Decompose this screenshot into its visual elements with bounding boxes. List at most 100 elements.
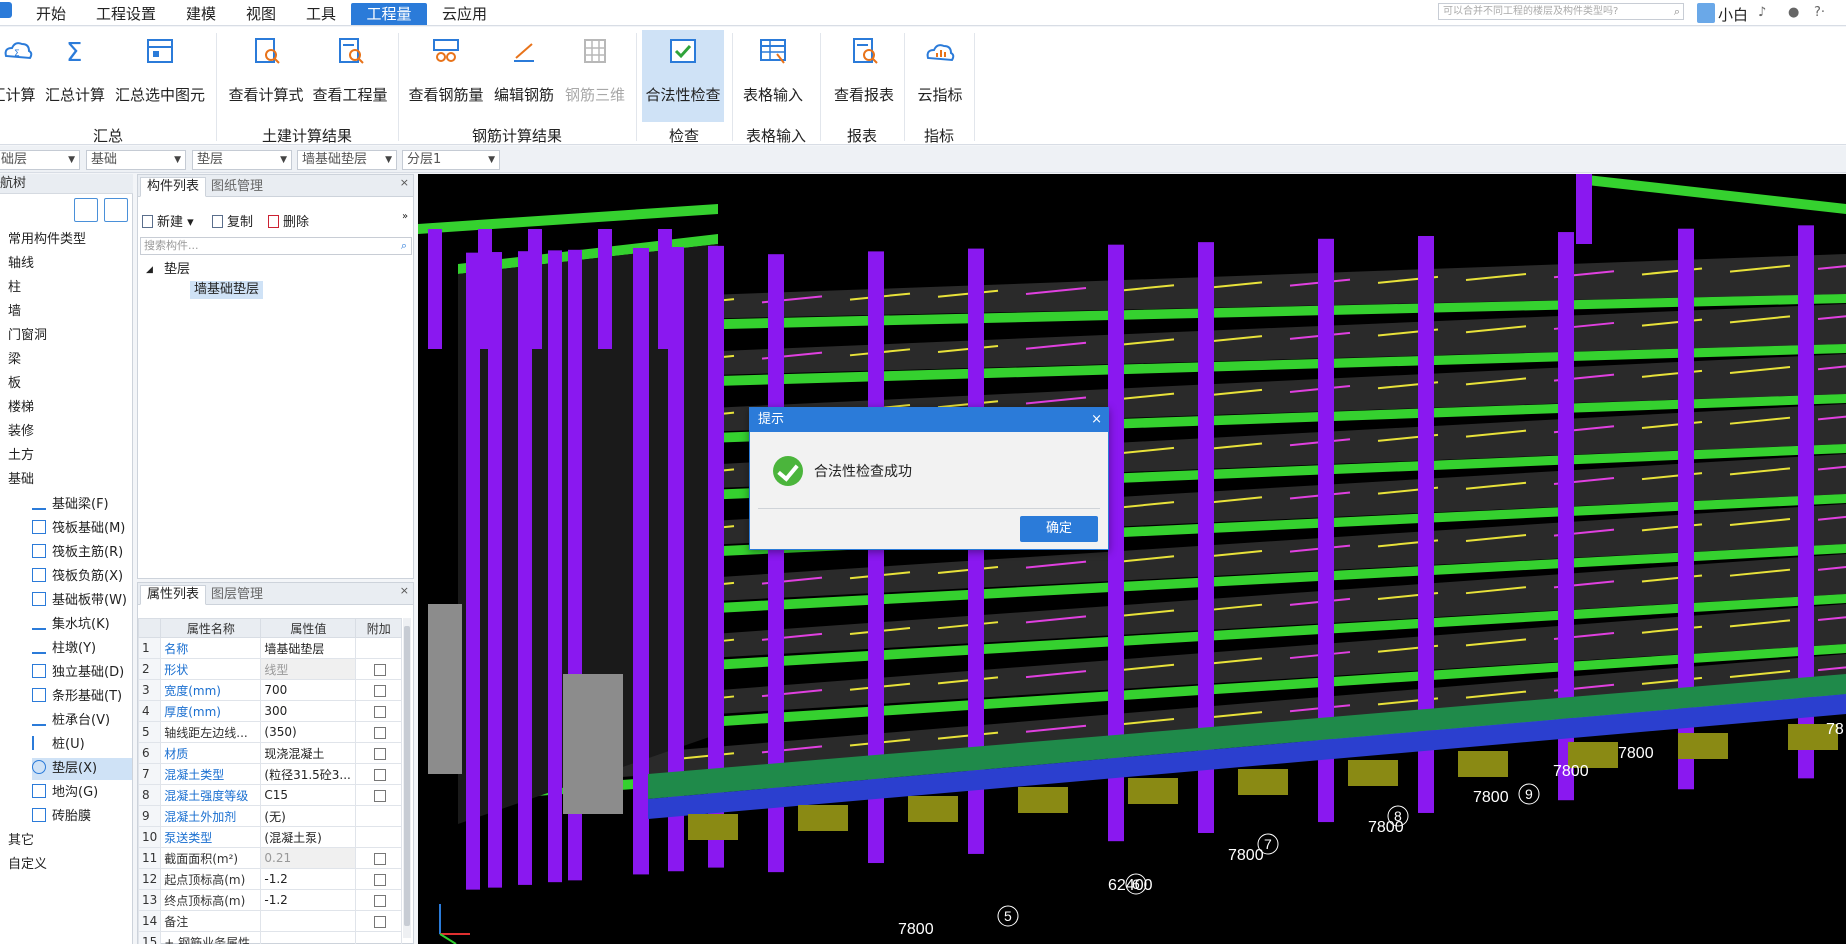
tab-layer-management[interactable]: 图层管理: [204, 585, 270, 605]
property-value[interactable]: 0.21: [260, 847, 357, 869]
property-row[interactable]: 3 宽度(mm) 700: [137, 679, 402, 701]
nav-item-slab[interactable]: 板: [8, 374, 21, 394]
property-value[interactable]: 现浇混凝土: [260, 742, 357, 764]
nav-item-wall[interactable]: 墙: [8, 302, 21, 322]
nav-item-axis[interactable]: 轴线: [8, 254, 34, 274]
extra-checkbox[interactable]: [374, 726, 387, 739]
property-value[interactable]: (无): [260, 805, 357, 827]
nav-sub-foundation-beam[interactable]: 基础梁(F): [32, 494, 132, 516]
menu-start[interactable]: 开始: [30, 3, 72, 25]
property-row[interactable]: 12 起点顶标高(m) -1.2: [137, 868, 402, 890]
sublayer-select[interactable]: 分层1 ▼: [402, 150, 500, 170]
nav-sub-strip-footing[interactable]: 条形基础(T): [32, 686, 132, 708]
extra-checkbox[interactable]: [374, 873, 387, 886]
category-select[interactable]: 基础 ▼: [86, 150, 186, 170]
menu-cloud-apps[interactable]: 云应用: [436, 3, 493, 25]
edit-rebar-button[interactable]: 编辑钢筋: [490, 30, 558, 122]
property-value[interactable]: -1.2: [260, 868, 357, 890]
component-select[interactable]: 墙基础垫层 ▼: [297, 150, 397, 170]
property-row[interactable]: 1 名称 墙基础垫层: [137, 637, 402, 659]
3d-viewport[interactable]: 7800 62400 7800 7800 7800 7800 7800 78 5 6 7 8 9: [418, 174, 1846, 944]
ok-button[interactable]: 确定: [1020, 516, 1098, 542]
property-row[interactable]: 5 轴线距左边线... (350): [137, 721, 402, 743]
nav-sub-brick-mold[interactable]: 砖胎膜: [32, 806, 132, 828]
property-row[interactable]: 7 混凝土类型 (粒径31.5砼3...: [137, 763, 402, 785]
nav-item-finish[interactable]: 装修: [8, 422, 34, 442]
tab-property-list[interactable]: 属性列表: [140, 585, 207, 605]
component-search-input[interactable]: 搜索构件... ⌕: [140, 237, 412, 255]
property-row[interactable]: 11 截面面积(m²) 0.21: [137, 847, 402, 869]
nav-sub-pile-cap[interactable]: 桩承台(V): [32, 710, 132, 732]
view-quantity-button[interactable]: 查看工程量: [310, 30, 390, 122]
property-value[interactable]: 300: [260, 700, 357, 722]
property-row[interactable]: 9 混凝土外加剂 (无): [137, 805, 402, 827]
close-icon[interactable]: ×: [1091, 408, 1102, 432]
extra-checkbox[interactable]: [374, 684, 387, 697]
menu-modeling[interactable]: 建模: [180, 3, 222, 25]
cloud-index-button[interactable]: 云指标: [910, 30, 970, 122]
nav-item-common[interactable]: 常用构件类型: [8, 230, 86, 250]
property-value[interactable]: (粒径31.5砼3...: [260, 763, 357, 785]
extra-checkbox[interactable]: [374, 705, 387, 718]
copy-button[interactable]: 复制: [212, 211, 253, 230]
table-input-button[interactable]: 表格输入: [738, 30, 808, 122]
scrollbar-thumb[interactable]: [404, 626, 410, 926]
building-3d-model[interactable]: 780062400780078007800780078007856789: [418, 174, 1846, 944]
property-row[interactable]: 13 终点顶标高(m) -1.2: [137, 889, 402, 911]
property-row[interactable]: 4 厚度(mm) 300: [137, 700, 402, 722]
nav-sub-sump[interactable]: 集水坑(K): [32, 614, 132, 636]
property-row[interactable]: 6 材质 现浇混凝土: [137, 742, 402, 764]
property-value[interactable]: 700: [260, 679, 357, 701]
search-icon[interactable]: ⌕: [401, 238, 407, 254]
more-icon[interactable]: »: [402, 211, 408, 222]
property-row[interactable]: 10 泵送类型 (混凝土泵): [137, 826, 402, 848]
property-row[interactable]: 8 混凝土强度等级 C15: [137, 784, 402, 806]
property-row[interactable]: 2 形状 线型: [137, 658, 402, 680]
nav-sub-pile[interactable]: 桩(U): [32, 734, 132, 756]
extra-checkbox[interactable]: [374, 852, 387, 865]
menu-quantity[interactable]: 工程量: [351, 3, 427, 25]
extra-checkbox[interactable]: [374, 663, 387, 676]
property-value[interactable]: (混凝土泵): [260, 826, 357, 848]
extra-checkbox[interactable]: [374, 894, 387, 907]
view-rebar-button[interactable]: 查看钢筋量: [406, 30, 486, 122]
nav-item-earthwork[interactable]: 土方: [8, 446, 34, 466]
nav-item-openings[interactable]: 门窗洞: [8, 326, 47, 346]
property-value[interactable]: [260, 931, 357, 944]
property-value[interactable]: C15: [260, 784, 357, 806]
nav-item-custom[interactable]: 自定义: [8, 855, 47, 875]
property-value[interactable]: (350): [260, 721, 357, 743]
nav-sub-raft-neg-rebar[interactable]: 筏板负筋(X): [32, 566, 132, 588]
type-select[interactable]: 垫层 ▼: [192, 150, 292, 170]
cloud-summary-button[interactable]: Σ 汇计算: [0, 30, 36, 122]
extra-checkbox[interactable]: [374, 915, 387, 928]
nav-item-beam[interactable]: 梁: [8, 350, 21, 370]
property-row[interactable]: 15 + 钢筋业务属性: [137, 931, 402, 944]
menu-tools[interactable]: 工具: [300, 3, 342, 25]
property-value[interactable]: 墙基础垫层: [260, 637, 357, 659]
nav-item-other[interactable]: 其它: [8, 831, 34, 851]
tree-child-node[interactable]: 墙基础垫层: [190, 281, 264, 299]
bell-icon[interactable]: ♪: [1758, 5, 1766, 20]
floor-select[interactable]: 础层 ▼: [0, 150, 80, 170]
nav-sub-isolated-footing[interactable]: 独立基础(D): [32, 662, 132, 684]
new-button[interactable]: 新建 ▾: [142, 211, 194, 230]
property-scrollbar[interactable]: [403, 618, 411, 938]
close-icon[interactable]: ×: [400, 176, 409, 189]
summary-selected-button[interactable]: 汇总选中图元: [114, 30, 206, 122]
nav-item-stairs[interactable]: 楼梯: [8, 398, 34, 418]
nav-item-column[interactable]: 柱: [8, 278, 21, 298]
extra-checkbox[interactable]: [374, 789, 387, 802]
extra-checkbox[interactable]: [374, 768, 387, 781]
rebar-3d-button[interactable]: 钢筋三维: [562, 30, 628, 122]
user-name[interactable]: 小白: [1718, 4, 1748, 25]
view-report-button[interactable]: 查看报表: [826, 30, 902, 122]
property-value[interactable]: 线型: [260, 658, 357, 680]
summary-calc-button[interactable]: Σ 汇总计算: [42, 30, 108, 122]
nav-sub-slab-strip[interactable]: 基础板带(W): [32, 590, 132, 612]
collapse-icon[interactable]: ◢: [146, 261, 153, 279]
property-value[interactable]: -1.2: [260, 889, 357, 911]
avatar[interactable]: [1697, 3, 1715, 23]
tab-drawing-management[interactable]: 图纸管理: [204, 177, 270, 197]
app-logo-icon[interactable]: [0, 2, 12, 18]
